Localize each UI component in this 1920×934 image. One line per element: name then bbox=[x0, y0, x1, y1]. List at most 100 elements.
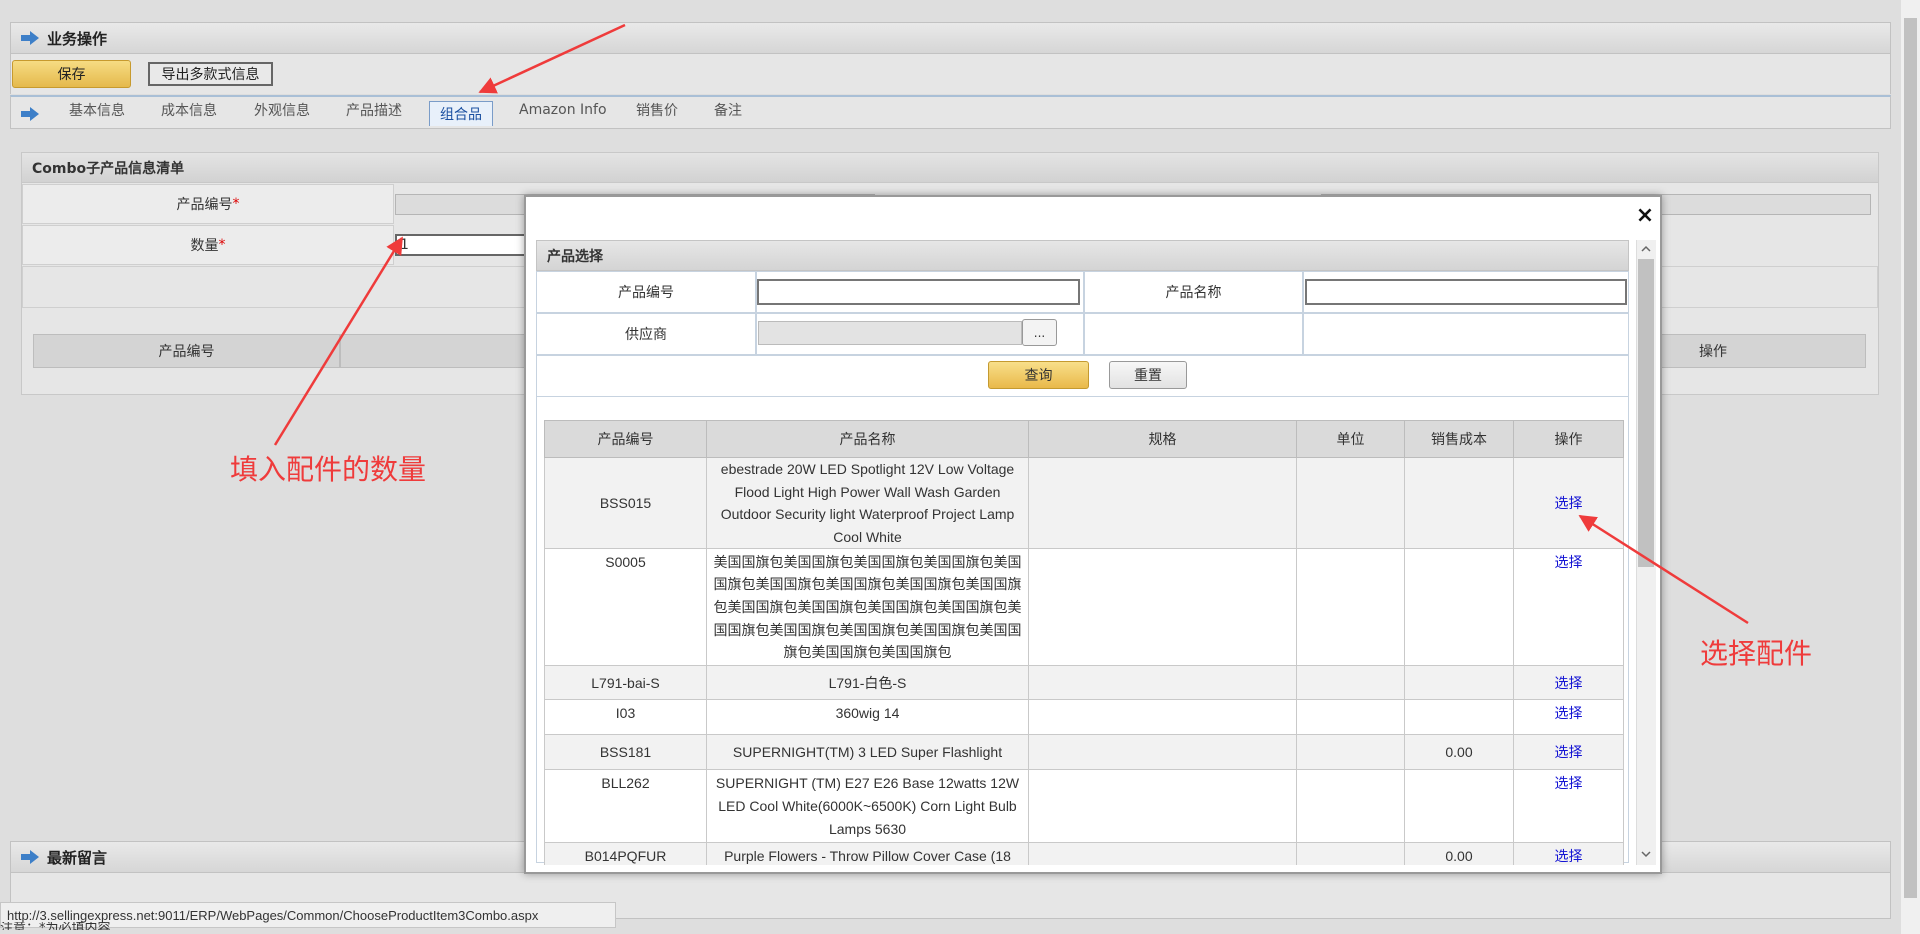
table-row: BSS015 ebestrade 20W LED Spotlight 12V L… bbox=[544, 456, 1624, 550]
search-supplier-label: 供应商 bbox=[536, 313, 756, 355]
col-header-name: 产品名称 bbox=[706, 420, 1029, 458]
cell-spec bbox=[1028, 548, 1297, 667]
cell-cost: 0.00 bbox=[1404, 842, 1514, 865]
cell-name: SUPERNIGHT (TM) E27 E26 Base 12watts 12W… bbox=[706, 769, 1029, 844]
col-header-action: 操作 bbox=[1513, 420, 1624, 458]
arrow-right-icon bbox=[21, 107, 39, 121]
cell-spec bbox=[1028, 734, 1297, 771]
cell-code: BSS015 bbox=[544, 456, 707, 550]
tab-cost-info[interactable]: 成本信息 bbox=[161, 97, 217, 123]
product-code-label: 产品编号 * bbox=[22, 184, 394, 224]
arrow-right-icon bbox=[21, 31, 39, 45]
select-link[interactable]: 选择 bbox=[1555, 554, 1583, 570]
chevron-up-icon[interactable] bbox=[1640, 243, 1652, 255]
cell-code: BSS181 bbox=[544, 734, 707, 771]
quantity-label: 数量 * bbox=[22, 225, 394, 265]
cell-code: BLL262 bbox=[544, 769, 707, 844]
quantity-input[interactable]: 1 bbox=[395, 234, 535, 256]
cell-code: L791-bai-S bbox=[544, 665, 707, 701]
toolbar bbox=[10, 54, 1891, 94]
tab-combo[interactable]: 组合品 bbox=[429, 101, 493, 126]
col-header-spec: 规格 bbox=[1028, 420, 1297, 458]
reset-button[interactable]: 重置 bbox=[1109, 361, 1187, 389]
annotation-select-hint: 选择配件 bbox=[1700, 637, 1813, 670]
table-row: BLL262 SUPERNIGHT (TM) E27 E26 Base 12wa… bbox=[544, 769, 1624, 844]
tab-amazon-info[interactable]: Amazon Info bbox=[519, 97, 607, 123]
cell-name: Purple Flowers - Throw Pillow Cover Case… bbox=[706, 842, 1029, 865]
table-row: BSS181 SUPERNIGHT(TM) 3 LED Super Flashl… bbox=[544, 734, 1624, 771]
modal-scrollbar-thumb[interactable] bbox=[1638, 259, 1654, 567]
close-icon[interactable]: × bbox=[1632, 201, 1658, 229]
cell-spec bbox=[1028, 699, 1297, 736]
table-row: L791-bai-S L791-白色-S 选择 bbox=[544, 665, 1624, 701]
cell-spec bbox=[1028, 665, 1297, 701]
select-link[interactable]: 选择 bbox=[1555, 705, 1583, 721]
search-code-label: 产品编号 bbox=[536, 271, 756, 313]
tab-sales-price[interactable]: 销售价 bbox=[636, 97, 678, 123]
chevron-down-icon[interactable] bbox=[1640, 848, 1652, 860]
cell-spec bbox=[1028, 769, 1297, 844]
panel-title: 业务操作 bbox=[47, 29, 108, 48]
cell-code: S0005 bbox=[544, 548, 707, 667]
cell-cost bbox=[1404, 665, 1514, 701]
results-scroll-area: 产品编号 产品名称 规格 单位 销售成本 操作 BSS015 ebestrade… bbox=[544, 420, 1624, 865]
required-note: 注意：*为必填内容 bbox=[0, 922, 111, 930]
tab-basic-info[interactable]: 基本信息 bbox=[69, 97, 125, 123]
table-row: S0005 美国国旗包美国国旗包美国国旗包美国国旗包美国国旗包美国国旗包美国国旗… bbox=[544, 548, 1624, 667]
select-link[interactable]: 选择 bbox=[1555, 675, 1583, 691]
cell-cost bbox=[1404, 456, 1514, 550]
business-panel-header: 业务操作 bbox=[10, 22, 1891, 54]
messages-title: 最新留言 bbox=[47, 848, 108, 867]
table-row: I03 360wig 14 选择 bbox=[544, 699, 1624, 736]
export-styles-button[interactable]: 导出多款式信息 bbox=[148, 62, 273, 86]
empty-cell bbox=[1084, 313, 1303, 355]
col-header-unit: 单位 bbox=[1296, 420, 1405, 458]
tab-bar: 基本信息 成本信息 外观信息 产品描述 组合品 Amazon Info 销售价 … bbox=[10, 95, 1891, 129]
cell-name: 美国国旗包美国国旗包美国国旗包美国国旗包美国国旗包美国国旗包美国国旗包美国国旗包… bbox=[706, 548, 1029, 667]
cell-unit bbox=[1296, 769, 1405, 844]
select-link[interactable]: 选择 bbox=[1555, 775, 1583, 791]
cell-name: L791-白色-S bbox=[706, 665, 1029, 701]
cell-code: I03 bbox=[544, 699, 707, 736]
select-link[interactable]: 选择 bbox=[1555, 848, 1583, 864]
col-header-cost: 销售成本 bbox=[1404, 420, 1514, 458]
arrow-right-icon bbox=[21, 850, 39, 864]
combo-form-title: Combo子产品信息清单 bbox=[22, 153, 1878, 183]
cell-name: SUPERNIGHT(TM) 3 LED Super Flashlight bbox=[706, 734, 1029, 771]
cell-unit bbox=[1296, 734, 1405, 771]
product-code-search-input[interactable] bbox=[757, 279, 1080, 305]
supplier-input bbox=[758, 321, 1022, 345]
select-link[interactable]: 选择 bbox=[1555, 495, 1583, 511]
cell-cost bbox=[1404, 548, 1514, 667]
save-button[interactable]: 保存 bbox=[12, 60, 131, 88]
cell-cost: 0.00 bbox=[1404, 734, 1514, 771]
cell-cost bbox=[1404, 769, 1514, 844]
cell-name: 360wig 14 bbox=[706, 699, 1029, 736]
cell-unit bbox=[1296, 456, 1405, 550]
cell-unit bbox=[1296, 548, 1405, 667]
cell-cost bbox=[1404, 699, 1514, 736]
results-header-row: 产品编号 产品名称 规格 单位 销售成本 操作 bbox=[544, 420, 1624, 458]
grid-header-product-code: 产品编号 bbox=[33, 334, 340, 368]
cell-unit bbox=[1296, 699, 1405, 736]
tab-appearance-info[interactable]: 外观信息 bbox=[254, 97, 310, 123]
table-row: B014PQFUR Purple Flowers - Throw Pillow … bbox=[544, 842, 1624, 865]
cell-unit bbox=[1296, 842, 1405, 865]
cell-code: B014PQFUR bbox=[544, 842, 707, 865]
tab-remarks[interactable]: 备注 bbox=[714, 97, 742, 123]
select-link[interactable]: 选择 bbox=[1555, 744, 1583, 760]
supplier-picker-button[interactable]: ... bbox=[1022, 319, 1057, 346]
product-select-title: 产品选择 bbox=[536, 240, 1629, 271]
search-name-label: 产品名称 bbox=[1084, 271, 1303, 313]
annotation-quantity-hint: 填入配件的数量 bbox=[230, 453, 427, 486]
product-name-search-input[interactable] bbox=[1305, 279, 1627, 305]
cell-spec bbox=[1028, 456, 1297, 550]
query-button[interactable]: 查询 bbox=[988, 361, 1089, 389]
results-table: 产品编号 产品名称 规格 单位 销售成本 操作 BSS015 ebestrade… bbox=[544, 420, 1624, 865]
tab-product-description[interactable]: 产品描述 bbox=[346, 97, 402, 123]
empty-cell bbox=[1303, 313, 1629, 355]
page-scrollbar-thumb[interactable] bbox=[1904, 18, 1917, 898]
cell-spec bbox=[1028, 842, 1297, 865]
col-header-code: 产品编号 bbox=[544, 420, 707, 458]
cell-unit bbox=[1296, 665, 1405, 701]
